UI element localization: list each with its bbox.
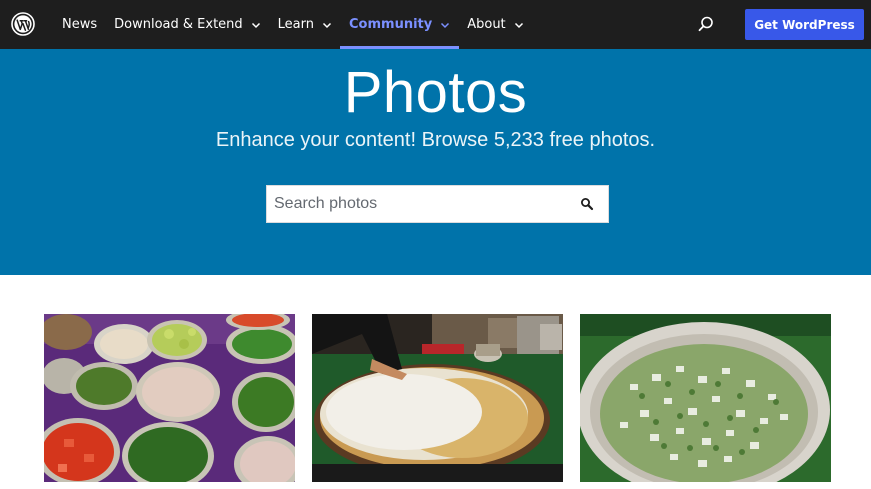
photo-card-dosa-griddle[interactable] <box>312 314 563 482</box>
search-submit-icon[interactable] <box>580 197 594 211</box>
nav-item-label: About <box>467 17 506 32</box>
get-wordpress-button[interactable]: Get WordPress <box>745 9 864 40</box>
nav-item-label: News <box>62 17 98 32</box>
nav-item-label: Download & Extend <box>114 17 243 32</box>
page-subtitle: Enhance your content! Browse 5,233 free … <box>215 129 656 151</box>
main-nav: News Download & Extend Learn Community A… <box>62 0 541 49</box>
wordpress-logo-icon[interactable] <box>11 12 35 36</box>
photo-card-green-onion-plate[interactable] <box>580 314 831 482</box>
photo-card-vegetable-bowls[interactable] <box>44 314 295 482</box>
nav-item-community[interactable]: Community <box>339 0 460 49</box>
nav-item-label: Community <box>349 17 433 32</box>
page-title: Photos <box>343 60 528 125</box>
nav-item-news[interactable]: News <box>62 0 97 49</box>
top-navigation-bar: News Download & Extend Learn Community A… <box>0 0 871 49</box>
photo-image <box>312 314 563 482</box>
chevron-down-icon <box>251 22 260 28</box>
search-photos-input[interactable] <box>267 186 567 222</box>
hero-banner: Photos Enhance your content! Browse 5,23… <box>0 49 871 275</box>
chevron-down-icon <box>441 22 450 28</box>
chevron-down-icon <box>514 22 523 28</box>
photo-image <box>580 314 831 482</box>
chevron-down-icon <box>322 22 332 28</box>
nav-item-about[interactable]: About <box>467 0 523 49</box>
photo-search-form <box>266 185 609 223</box>
search-icon[interactable] <box>697 15 715 33</box>
nav-item-label: Learn <box>277 17 314 32</box>
photo-image <box>44 314 295 482</box>
nav-item-download-extend[interactable]: Download & Extend <box>114 0 261 49</box>
nav-item-learn[interactable]: Learn <box>278 0 332 49</box>
